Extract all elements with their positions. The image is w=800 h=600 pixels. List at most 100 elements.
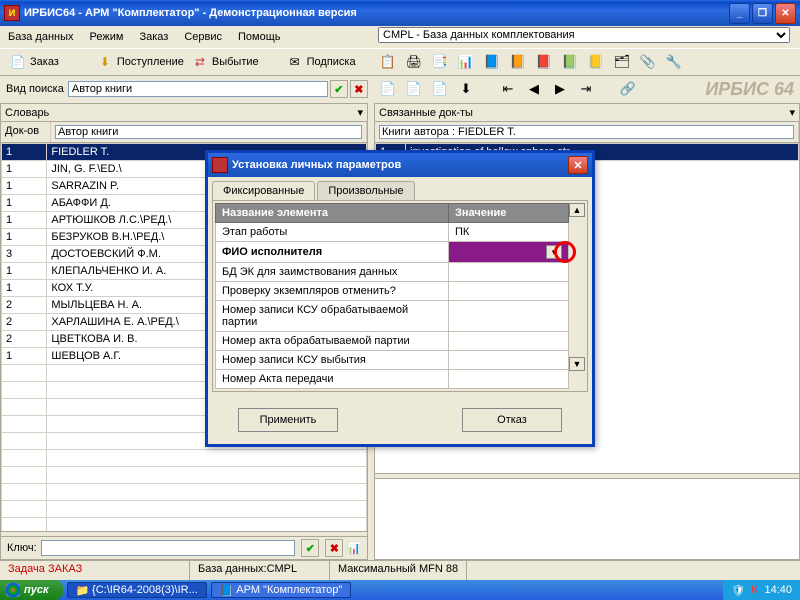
dialog-close-button[interactable]: ✕ xyxy=(568,156,588,174)
search-label: Вид поиска xyxy=(6,83,64,95)
close-button[interactable]: ✕ xyxy=(775,3,796,24)
database-selector[interactable]: CMPL - База данных комплектования xyxy=(378,27,790,43)
scroll-up-icon[interactable]: ▲ xyxy=(569,203,585,217)
param-row[interactable]: ФИО исполнителя▾ xyxy=(216,242,569,263)
menu-order[interactable]: Заказ xyxy=(131,28,176,46)
receipt-button[interactable]: ⬇Поступление xyxy=(93,52,188,72)
minimize-button[interactable]: _ xyxy=(729,3,750,24)
related-header: Связанные док-ты ▾ xyxy=(375,104,799,122)
windows-logo-icon xyxy=(6,583,20,597)
start-button[interactable]: пуск xyxy=(0,580,63,600)
cancel-button[interactable]: Отказ xyxy=(462,408,562,432)
personal-params-dialog: Установка личных параметров ✕ Фиксирован… xyxy=(205,150,595,447)
nav-icon-6[interactable]: ◀ xyxy=(524,79,544,99)
nav-icon-3[interactable]: 📄 xyxy=(430,79,450,99)
tool-icon-8[interactable]: 📗 xyxy=(560,52,580,72)
tab-custom[interactable]: Произвольные xyxy=(317,181,414,200)
disposal-icon: ⇄ xyxy=(192,54,208,70)
status-bar: Задача ЗАКАЗ База данных:CMPL Максимальн… xyxy=(0,560,800,580)
nav-icon-7[interactable]: ▶ xyxy=(550,79,570,99)
key-ok-button[interactable]: ✔ xyxy=(301,539,319,557)
order-button[interactable]: 📄Заказ xyxy=(6,52,63,72)
params-scrollbar[interactable]: ▲ ▼ xyxy=(569,203,585,389)
param-row[interactable]: Этап работыПК xyxy=(216,223,569,242)
search-row: Вид поиска ✔ ✖ 📄 📄 📄 ⬇ ⇤ ◀ ▶ ⇥ 🔗 ИРБИС 6… xyxy=(0,76,800,102)
param-row[interactable]: Номер записи КСУ обрабатываемой партии xyxy=(216,301,569,332)
tray-icon-1[interactable]: 🛡 xyxy=(731,584,745,597)
search-cancel-button[interactable]: ✖ xyxy=(350,80,368,98)
taskbar-item-1[interactable]: 📁 {C:\IR64-2008(3)\IR... xyxy=(67,582,207,598)
app-icon: И xyxy=(4,5,20,21)
tool-icon-6[interactable]: 📙 xyxy=(508,52,528,72)
menu-database[interactable]: База данных xyxy=(0,28,82,46)
search-input[interactable] xyxy=(68,81,328,97)
tool-icon-9[interactable]: 📒 xyxy=(586,52,606,72)
dialog-title: Установка личных параметров xyxy=(232,159,401,171)
subscribe-button[interactable]: ✉Подписка xyxy=(283,52,360,72)
params-table[interactable]: Название элементаЗначение Этап работыПКФ… xyxy=(215,203,569,389)
dictionary-header: Словарь ▾ xyxy=(1,104,367,122)
window-titlebar: И ИРБИС64 - АРМ "Комплектатор" - Демонст… xyxy=(0,0,800,26)
tool-icon-1[interactable]: 📋 xyxy=(378,52,398,72)
status-mfn: Максимальный MFN 88 xyxy=(330,561,467,580)
col-param-value: Значение xyxy=(449,204,569,223)
nav-icon-9[interactable]: 🔗 xyxy=(618,79,638,99)
col-header-count: Док-ов xyxy=(1,122,51,142)
maximize-button[interactable]: ❐ xyxy=(752,3,773,24)
main-toolbar: 📄Заказ ⬇Поступление ⇄Выбытие ✉Подписка 📋… xyxy=(0,48,800,76)
menu-bar: База данных Режим Заказ Сервис Помощь CM… xyxy=(0,26,800,48)
tool-icon-7[interactable]: 📕 xyxy=(534,52,554,72)
status-task: Задача ЗАКАЗ xyxy=(0,561,190,580)
nav-icon-2[interactable]: 📄 xyxy=(404,79,424,99)
tool-icon-5[interactable]: 📘 xyxy=(482,52,502,72)
key-row: Ключ: ✔ ✖ 📊 xyxy=(1,537,367,559)
receipt-icon: ⬇ xyxy=(97,54,113,70)
key-cancel-button[interactable]: ✖ xyxy=(325,539,343,557)
param-row[interactable]: БД ЭК для заимствования данных xyxy=(216,263,569,282)
apply-button[interactable]: Применить xyxy=(238,408,338,432)
param-row[interactable]: Номер Акта передачи xyxy=(216,370,569,389)
tool-icon-3[interactable]: 📑 xyxy=(430,52,450,72)
key-tool-icon[interactable]: 📊 xyxy=(347,542,361,555)
col-param-name: Название элемента xyxy=(216,204,449,223)
disposal-button[interactable]: ⇄Выбытие xyxy=(188,52,263,72)
nav-icon-8[interactable]: ⇥ xyxy=(576,79,596,99)
order-icon: 📄 xyxy=(10,54,26,70)
nav-icon-4[interactable]: ⬇ xyxy=(456,79,476,99)
mail-icon: ✉ xyxy=(287,54,303,70)
menu-service[interactable]: Сервис xyxy=(176,28,230,46)
collapse-icon[interactable]: ▾ xyxy=(357,106,363,119)
param-row[interactable]: Проверку экземпляров отменить? xyxy=(216,282,569,301)
system-tray[interactable]: 🛡 K 14:40 xyxy=(723,580,800,600)
window-title: ИРБИС64 - АРМ "Комплектатор" - Демонстра… xyxy=(24,7,729,19)
search-ok-button[interactable]: ✔ xyxy=(330,80,348,98)
menu-help[interactable]: Помощь xyxy=(230,28,289,46)
print-icon[interactable]: 🖨 xyxy=(404,52,424,72)
key-input[interactable] xyxy=(41,540,296,556)
tab-fixed[interactable]: Фиксированные xyxy=(212,181,315,200)
tool-icon-11[interactable]: 📎 xyxy=(638,52,658,72)
tool-icon-10[interactable]: 🗂 xyxy=(612,52,632,72)
toolbar-icon-group: 📋 🖨 📑 📊 📘 📙 📕 📗 📒 🗂 📎 🔧 xyxy=(378,52,684,72)
taskbar-item-2[interactable]: 📘 АРМ "Комплектатор" xyxy=(211,582,352,598)
windows-taskbar: пуск 📁 {C:\IR64-2008(3)\IR... 📘 АРМ "Ком… xyxy=(0,580,800,600)
related-filter[interactable] xyxy=(375,122,799,142)
tray-clock: 14:40 xyxy=(764,584,792,596)
tray-icon-2[interactable]: K xyxy=(751,584,758,596)
tool-icon-4[interactable]: 📊 xyxy=(456,52,476,72)
status-db: База данных:CMPL xyxy=(190,561,330,580)
collapse-icon-2[interactable]: ▾ xyxy=(789,106,795,119)
dialog-icon xyxy=(212,157,228,173)
brand-watermark: ИРБИС 64 xyxy=(705,79,794,100)
menu-mode[interactable]: Режим xyxy=(82,28,132,46)
param-row[interactable]: Номер записи КСУ выбытия xyxy=(216,351,569,370)
param-row[interactable]: Номер акта обрабатываемой партии xyxy=(216,332,569,351)
nav-icon-5[interactable]: ⇤ xyxy=(498,79,518,99)
dropdown-button[interactable]: ▾ xyxy=(546,245,562,259)
col-header-author[interactable] xyxy=(51,122,367,142)
dialog-titlebar[interactable]: Установка личных параметров ✕ xyxy=(208,153,592,177)
tool-icon-12[interactable]: 🔧 xyxy=(664,52,684,72)
detail-area xyxy=(375,479,799,559)
scroll-down-icon[interactable]: ▼ xyxy=(569,357,585,371)
nav-icon-1[interactable]: 📄 xyxy=(378,79,398,99)
